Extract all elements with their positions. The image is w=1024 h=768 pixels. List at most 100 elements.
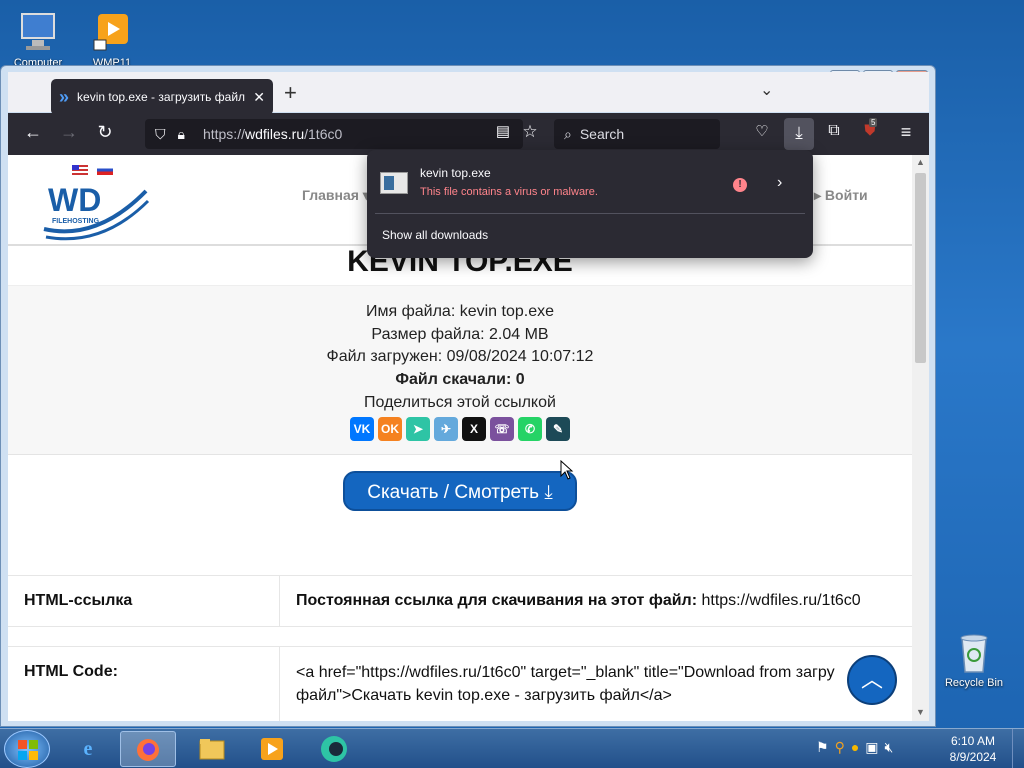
- url-host: wdfiles.ru: [244, 126, 305, 142]
- livejournal-icon[interactable]: ✎: [546, 416, 570, 441]
- downloads-button[interactable]: ⤓: [784, 118, 814, 150]
- search-placeholder: Search: [579, 126, 625, 142]
- whatsapp-icon[interactable]: ✆: [518, 416, 542, 441]
- clock-date: 8/9/2024: [949, 750, 997, 764]
- reload-button[interactable]: ↻: [93, 122, 117, 143]
- chevron-up-icon: ︿: [860, 667, 883, 692]
- row-key: HTML-ссылка: [8, 576, 280, 626]
- ie-taskbar-icon[interactable]: e: [60, 731, 116, 767]
- search-tray-icon[interactable]: ⚲: [835, 739, 851, 755]
- download-icon: ⤓: [544, 482, 553, 503]
- share-buttons: VK OK ➤ ✈ X ☏ ✆ ✎: [8, 416, 912, 441]
- clock-time: 6:10 AM: [950, 734, 996, 748]
- start-button[interactable]: [4, 730, 50, 768]
- viber-icon[interactable]: ☏: [490, 416, 514, 441]
- show-all-downloads[interactable]: Show all downloads: [382, 228, 488, 242]
- chevron-right-icon[interactable]: ›: [777, 174, 782, 192]
- bookmark-star-icon[interactable]: ☆: [518, 122, 542, 142]
- desktop-icon-wmp11[interactable]: WMP11: [76, 10, 148, 69]
- error-icon: !: [733, 178, 747, 192]
- nav-login-label: Войти: [824, 187, 868, 203]
- desktop-icon-recycle-bin[interactable]: Recycle Bin: [938, 630, 1010, 689]
- recycle-bin-icon: [952, 630, 996, 674]
- firefox-taskbar-icon[interactable]: [120, 731, 176, 767]
- download-button-label: Скачать / Смотреть: [367, 482, 540, 503]
- wmp-taskbar-icon[interactable]: [244, 731, 300, 767]
- nav-login[interactable]: ▸ Войти: [814, 187, 868, 204]
- telegram-icon[interactable]: ✈: [434, 416, 458, 441]
- browser-tab[interactable]: » kevin top.exe - загрузить файл ✕: [51, 79, 273, 115]
- send-icon[interactable]: ➤: [406, 416, 430, 441]
- row-key: HTML Code:: [8, 647, 280, 721]
- downloads-count-line: Файл скачали: 0: [395, 371, 525, 389]
- row-value-text: https://wdfiles.ru/1t6c0: [697, 592, 861, 609]
- scroll-up-icon[interactable]: ▲: [916, 157, 925, 167]
- table-row: HTML Code: <a href="https://wdfiles.ru/1…: [8, 647, 912, 721]
- taskbar: e ⚑⚲●▣🔇︎ 6:10 AM 8/9/2024: [0, 728, 1024, 768]
- row-value-bold: Постоянная ссылка для скачивания на этот…: [296, 592, 698, 609]
- back-button[interactable]: ←: [21, 122, 45, 143]
- file-name-line: Имя файла: kevin top.exe: [365, 303, 554, 320]
- row-gap: [8, 627, 912, 647]
- share-label: Поделиться этой ссылкой: [364, 393, 556, 411]
- extensions-icon[interactable]: ⧉: [822, 122, 846, 140]
- desktop-icon-computer[interactable]: Computer: [2, 10, 74, 69]
- wmp-icon: [90, 10, 134, 54]
- url-scheme: https://: [202, 126, 245, 142]
- uploaded-line: Файл загружен: 09/08/2024 10:07:12: [326, 348, 594, 366]
- x-icon[interactable]: X: [462, 416, 486, 441]
- close-tab-icon[interactable]: ✕: [253, 89, 265, 106]
- tab-favicon-icon: »: [59, 86, 70, 107]
- list-all-tabs-button[interactable]: ⌄: [760, 80, 773, 100]
- address-bar[interactable]: ⛉ 🔒︎ https://wdfiles.ru/1t6c0: [145, 119, 523, 149]
- nav-home[interactable]: Главная ▾: [302, 187, 370, 204]
- download-arrow-icon: ⤓: [795, 123, 803, 142]
- forward-button[interactable]: →: [57, 122, 81, 143]
- vertical-scrollbar[interactable]: ▲ ▼: [912, 155, 929, 721]
- lock-icon[interactable]: 🔒︎: [178, 126, 185, 143]
- download-watch-button[interactable]: Скачать / Смотреть ⤓: [343, 471, 577, 511]
- chrome-tray-icon[interactable]: ●: [851, 739, 865, 755]
- table-row: HTML-ссылка Постоянная ссылка для скачив…: [8, 576, 912, 627]
- navigation-toolbar: ← → ↻ ⛉ 🔒︎ https://wdfiles.ru/1t6c0 ▤ ☆ …: [8, 113, 929, 155]
- tab-bar: » kevin top.exe - загрузить файл ✕ + ⌄: [8, 72, 929, 115]
- mouse-cursor-icon: [560, 459, 574, 485]
- network-icon[interactable]: ▣: [865, 739, 884, 755]
- login-chevron-icon: ▸: [814, 187, 822, 203]
- download-file-name[interactable]: kevin top.exe: [420, 166, 491, 180]
- volume-muted-icon[interactable]: 🔇︎: [885, 739, 900, 755]
- flag-us-icon[interactable]: [72, 165, 88, 175]
- new-tab-button[interactable]: +: [284, 80, 297, 106]
- downloads-panel: kevin top.exe This file contains a virus…: [367, 150, 813, 258]
- pocket-icon[interactable]: ♡: [750, 122, 774, 140]
- logo-text: WD: [48, 182, 101, 218]
- scrollbar-thumb[interactable]: [915, 173, 926, 363]
- logo-subtext: FILEHOSTING: [52, 218, 100, 225]
- file-info: Имя файла: kevin top.exe Размер файла: 2…: [8, 285, 912, 455]
- row-value[interactable]: <a href="https://wdfiles.ru/1t6c0" targe…: [280, 647, 912, 721]
- system-tray: ⚑⚲●▣🔇︎: [816, 739, 899, 756]
- desktop-icon-label: Recycle Bin: [944, 677, 1004, 689]
- url-path: /1t6c0: [304, 126, 343, 142]
- search-bar[interactable]: ⌕ Search: [554, 119, 720, 149]
- tab-title: kevin top.exe - загрузить файл: [77, 90, 246, 104]
- scroll-to-top-button[interactable]: ︿: [847, 655, 897, 705]
- menu-hamburger-icon[interactable]: ≡: [894, 122, 918, 143]
- ok-icon[interactable]: OK: [378, 416, 402, 441]
- vk-icon[interactable]: VK: [350, 416, 374, 441]
- flag-icon[interactable]: ⚑: [816, 739, 835, 755]
- extension-badge: 5: [869, 118, 878, 127]
- explorer-taskbar-icon[interactable]: [184, 731, 240, 767]
- app-taskbar-icon[interactable]: [306, 731, 362, 767]
- shield-icon[interactable]: ⛉: [155, 126, 166, 143]
- flag-ru-icon[interactable]: [96, 165, 113, 175]
- scroll-down-icon[interactable]: ▼: [916, 707, 925, 717]
- site-logo[interactable]: WD FILEHOSTING: [42, 177, 152, 247]
- row-value[interactable]: Постоянная ссылка для скачивания на этот…: [280, 576, 912, 626]
- url-text: https://wdfiles.ru/1t6c0: [203, 126, 342, 142]
- reader-view-icon[interactable]: ▤: [491, 122, 515, 140]
- clock[interactable]: 6:10 AM 8/9/2024: [944, 733, 1002, 765]
- show-desktop-button[interactable]: [1012, 729, 1024, 768]
- computer-icon: [16, 10, 60, 54]
- search-icon: ⌕: [564, 125, 572, 142]
